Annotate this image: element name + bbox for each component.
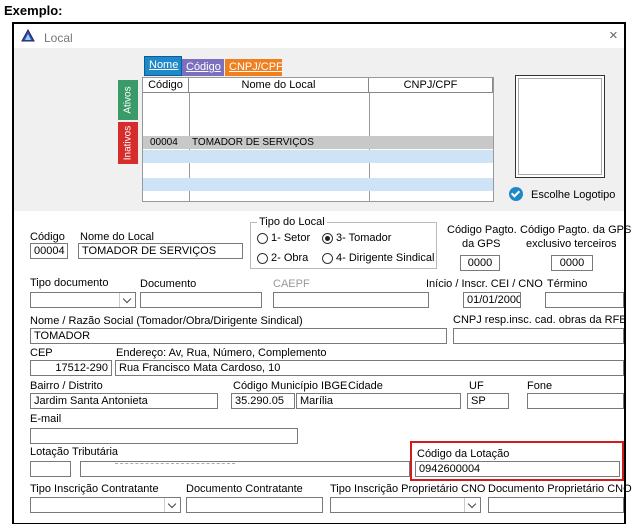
tab-cnpj[interactable]: CNPJ/CPF <box>225 59 283 76</box>
nome-local-field[interactable]: TOMADOR DE SERVIÇOS <box>78 243 243 259</box>
codigo-lotacao-label: Código da Lotação <box>417 448 510 460</box>
cnpj-resp-field[interactable] <box>453 328 624 344</box>
tab-inativos[interactable]: Inativos <box>118 122 138 164</box>
inicio-field[interactable]: 01/01/2000 <box>463 292 521 308</box>
radio-dirigente-label[interactable]: 4- Dirigente Sindical <box>336 252 434 264</box>
tipo-insc-proprietario-select[interactable] <box>330 497 481 513</box>
radio-obra-label[interactable]: 2- Obra <box>271 252 308 264</box>
tipo-documento-select[interactable] <box>30 292 136 308</box>
lotacao-tributaria-code-field[interactable] <box>30 461 71 477</box>
email-field[interactable] <box>30 428 298 444</box>
cidade-field[interactable]: Marília <box>296 393 461 409</box>
column-header-nome[interactable]: Nome do Local <box>189 78 369 93</box>
cnpj-resp-label: CNPJ resp.insc. cad. obras da RFB <box>453 314 627 326</box>
radio-obra[interactable] <box>257 253 268 264</box>
fone-label: Fone <box>527 380 553 392</box>
nome-razao-label: Nome / Razão Social (Tomador/Obra/Dirige… <box>30 315 303 327</box>
termino-label: Término <box>547 278 588 290</box>
chevron-down-icon[interactable] <box>464 498 480 512</box>
inicio-label: Início / Inscr. CEI / CNO <box>426 278 543 290</box>
chevron-down-icon[interactable] <box>164 498 180 512</box>
cidade-label: Cidade <box>348 380 383 392</box>
cep-field[interactable]: 17512-290 <box>30 360 112 376</box>
table-row-empty <box>143 178 493 191</box>
choose-logo-button[interactable]: Escolhe Logotipo <box>531 189 615 201</box>
tipo-documento-label: Tipo documento <box>30 277 109 289</box>
chevron-down-icon[interactable] <box>119 293 135 307</box>
gps-terceiros-label-2: exclusivo terceiros <box>526 238 617 250</box>
uf-field[interactable]: SP <box>467 393 509 409</box>
codigo-municipio-label: Código Município IBGE <box>233 380 348 392</box>
bairro-field[interactable]: Jardim Santa Antonieta <box>30 393 218 409</box>
row-nome: TOMADOR DE SERVIÇOS <box>192 137 314 148</box>
documento-contratante-field[interactable] <box>186 497 323 513</box>
redacted-mark <box>115 463 235 465</box>
gps-label-1: Código Pagto. <box>447 224 517 236</box>
window-title: Local <box>44 31 73 45</box>
table-row-empty <box>143 150 493 163</box>
column-header-codigo[interactable]: Código <box>143 78 189 93</box>
codigo-lotacao-field[interactable]: 0942600004 <box>415 461 620 477</box>
email-label: E-mail <box>30 413 62 425</box>
documento-label: Documento <box>140 278 197 290</box>
window-titlebar <box>14 26 624 48</box>
caepf-label: CAEPF <box>273 278 310 290</box>
column-header-cnpj[interactable]: CNPJ/CPF <box>369 78 493 93</box>
codigo-field[interactable]: 00004 <box>30 243 68 259</box>
documento-proprietario-field[interactable] <box>488 497 624 513</box>
codigo-municipio-field[interactable]: 35.290.05 <box>231 393 295 409</box>
radio-setor-label[interactable]: 1- Setor <box>271 232 310 244</box>
cep-label: CEP <box>30 347 53 359</box>
close-icon[interactable]: × <box>609 28 618 43</box>
locations-table[interactable]: Código Nome do Local CNPJ/CPF 00004 TOMA… <box>142 77 494 202</box>
radio-setor[interactable] <box>257 233 268 244</box>
codigo-label: Código <box>30 231 65 243</box>
tab-nome[interactable]: Nome <box>144 56 182 76</box>
tipo-local-label: Tipo do Local <box>257 216 327 228</box>
nome-razao-field[interactable]: TOMADOR <box>30 328 447 344</box>
tab-codigo[interactable]: Código <box>182 59 224 76</box>
radio-tomador-label[interactable]: 3- Tomador <box>336 232 391 244</box>
tipo-insc-proprietario-label: Tipo Inscrição Proprietário CNO <box>330 483 486 495</box>
page-heading: Exemplo: <box>4 3 63 18</box>
row-codigo: 00004 <box>150 137 178 148</box>
tipo-insc-contratante-select[interactable] <box>30 497 181 513</box>
check-icon[interactable] <box>509 187 523 201</box>
caepf-field[interactable] <box>273 292 429 308</box>
gps-terceiros-label-1: Código Pagto. da GPS <box>520 224 632 236</box>
tab-ativos-label: Ativos <box>122 86 134 114</box>
gps-field[interactable]: 0000 <box>460 255 500 271</box>
app-icon <box>21 29 35 42</box>
documento-contratante-label: Documento Contratante <box>186 483 303 495</box>
fone-field[interactable] <box>527 393 624 409</box>
lotacao-tributaria-label: Lotação Tributária <box>30 446 119 458</box>
radio-tomador[interactable] <box>322 233 333 244</box>
gps-terceiros-field[interactable]: 0000 <box>551 255 593 271</box>
termino-field[interactable] <box>545 292 624 308</box>
nome-local-label: Nome do Local <box>80 231 154 243</box>
tipo-insc-contratante-label: Tipo Inscrição Contratante <box>30 483 159 495</box>
documento-field[interactable] <box>140 292 262 308</box>
endereco-label: Endereço: Av, Rua, Número, Complemento <box>116 347 327 359</box>
tab-inativos-label: Inativos <box>122 125 134 161</box>
uf-label: UF <box>469 380 484 392</box>
tab-ativos[interactable]: Ativos <box>118 80 138 120</box>
documento-proprietario-label: Documento Proprietário CNO <box>488 483 632 495</box>
radio-dirigente[interactable] <box>322 253 333 264</box>
bairro-label: Bairro / Distrito <box>30 380 103 392</box>
endereco-field[interactable]: Rua Francisco Mata Cardoso, 10 <box>115 360 624 376</box>
table-row[interactable]: 00004 TOMADOR DE SERVIÇOS <box>143 136 493 149</box>
gps-label-2: da GPS <box>462 238 501 250</box>
logo-image-area <box>518 78 602 175</box>
